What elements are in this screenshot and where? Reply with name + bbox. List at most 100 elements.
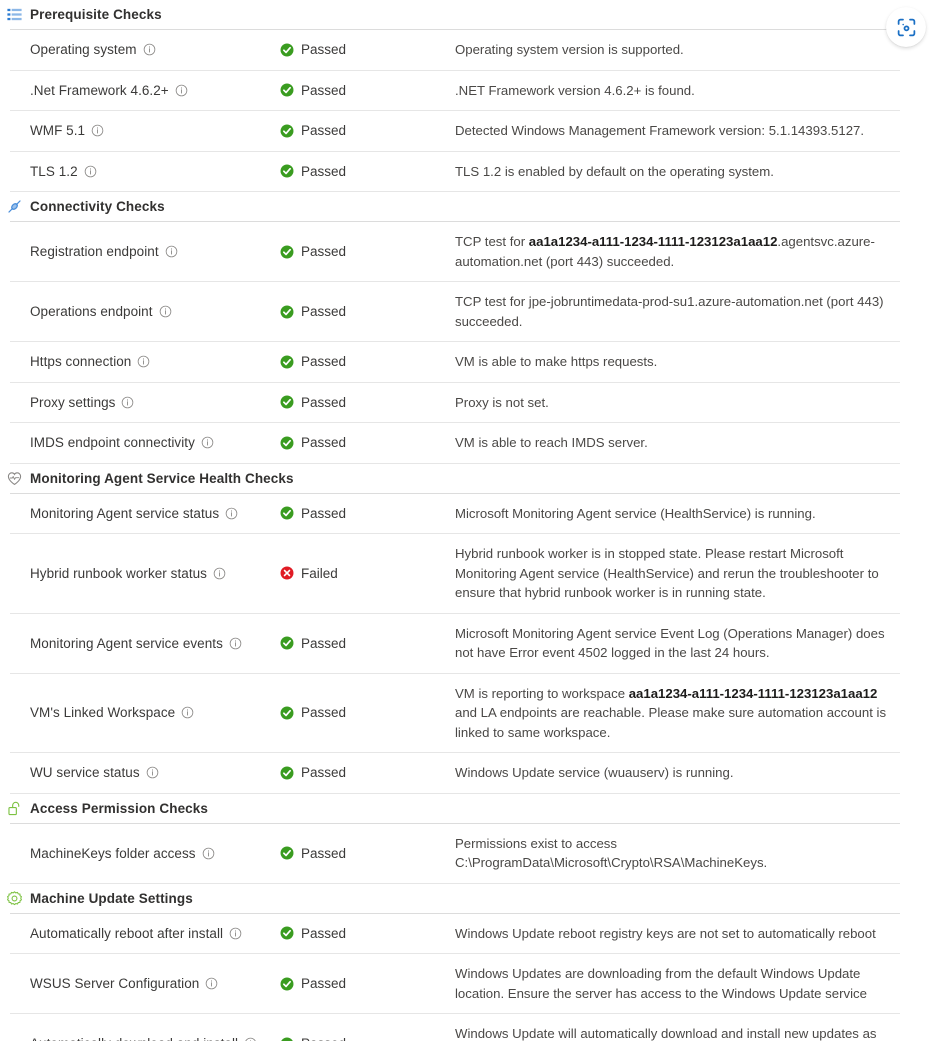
check-description: Detected Windows Management Framework ve…: [455, 123, 865, 138]
passed-status-icon: [280, 926, 294, 940]
passed-status-icon: [280, 1037, 294, 1041]
check-description: VM is reporting to workspace aa1a1234-a1…: [455, 685, 887, 740]
status-badge: Passed: [301, 925, 347, 941]
list-icon: [6, 6, 23, 23]
passed-status-icon: [280, 124, 294, 138]
status-badge: Passed: [301, 435, 347, 451]
check-description-cell: Microsoft Monitoring Agent service Event…: [455, 614, 900, 673]
check-name-cell: TLS 1.2: [10, 152, 280, 192]
info-icon[interactable]: [225, 507, 238, 520]
passed-status-icon: [280, 43, 294, 57]
check-row: Automatically download and install Passed…: [10, 1013, 900, 1041]
check-row: WU service status Passed Windows Update se…: [10, 752, 900, 794]
passed-status-icon: [280, 977, 294, 991]
check-name-cell: Operating system: [10, 30, 280, 70]
check-name: Monitoring Agent service status: [30, 505, 220, 521]
check-name: MachineKeys folder access: [30, 845, 196, 861]
check-description-cell: TCP test for aa1a1234-a111-1234-1111-123…: [455, 222, 900, 281]
check-name: Automatically reboot after install: [30, 925, 224, 941]
check-status-cell: Passed: [280, 614, 455, 673]
check-description: VM is able to make https requests.: [455, 354, 658, 369]
check-description-cell: VM is able to reach IMDS server.: [455, 423, 900, 463]
check-name-cell: WSUS Server Configuration: [10, 954, 280, 1013]
check-row: VM's Linked Workspace Passed VM is reporti…: [10, 672, 900, 753]
info-icon[interactable]: [181, 706, 194, 719]
info-icon[interactable]: [137, 355, 150, 368]
info-icon[interactable]: [229, 927, 242, 940]
check-description-cell: .NET Framework version 4.6.2+ is found.: [455, 71, 900, 111]
check-row: Registration endpoint Passed TCP test for …: [10, 221, 900, 281]
info-icon[interactable]: [213, 567, 226, 580]
check-name: WSUS Server Configuration: [30, 976, 200, 991]
check-description-cell: Operating system version is supported.: [455, 30, 900, 70]
check-name-cell: IMDS endpoint connectivity: [10, 423, 280, 463]
section-rows: Operating system Passed Operating system v…: [0, 29, 942, 192]
check-name: .Net Framework 4.6.2+: [30, 82, 169, 98]
check-name-cell: WU service status: [10, 753, 280, 793]
info-icon[interactable]: [202, 847, 215, 860]
info-icon[interactable]: [165, 245, 178, 258]
check-name: WMF 5.1: [30, 123, 86, 139]
check-description: TCP test for aa1a1234-a111-1234-1111-123…: [455, 234, 875, 269]
section-header: Monitoring Agent Service Health Checks: [0, 464, 942, 493]
check-row: Monitoring Agent service status Passed Mic…: [10, 492, 900, 534]
check-description-cell: VM is reporting to workspace aa1a1234-a1…: [455, 674, 900, 753]
info-icon[interactable]: [146, 766, 159, 779]
check-name-cell: Monitoring Agent service status: [10, 494, 280, 534]
check-row: Https connection Passed VM is able to make…: [10, 341, 900, 382]
check-name-cell: Registration endpoint: [10, 222, 280, 281]
section-header: Prerequisite Checks: [0, 0, 942, 29]
info-icon[interactable]: [143, 43, 156, 56]
checks-list: Prerequisite Checks Operating system Passe…: [0, 0, 942, 1041]
check-description: Microsoft Monitoring Agent service (Heal…: [455, 505, 816, 521]
check-description-cell: VM is able to make https requests.: [455, 342, 900, 382]
check-name-cell: Hybrid runbook worker status: [10, 534, 280, 613]
info-icon[interactable]: [175, 84, 188, 97]
check-description: Hybrid runbook worker is in stopped stat…: [455, 546, 879, 600]
section-rows: MachineKeys folder access Passed Permissio…: [0, 822, 942, 884]
status-badge: Passed: [301, 163, 347, 179]
check-status-cell: Passed: [280, 423, 455, 463]
passed-status-icon: [280, 245, 294, 259]
check-name: WU service status: [30, 765, 140, 781]
info-icon[interactable]: [91, 124, 104, 137]
check-name: Automatically download and install: [30, 1036, 238, 1041]
check-status-cell: Passed: [280, 674, 455, 753]
troubleshooter-results-panel: Prerequisite Checks Operating system Passe…: [0, 0, 942, 1041]
info-icon[interactable]: [159, 305, 172, 318]
status-badge: Passed: [301, 1036, 346, 1041]
info-icon[interactable]: [84, 165, 97, 178]
section-header: Machine Update Settings: [0, 884, 942, 913]
status-badge: Passed: [301, 976, 347, 991]
status-badge: Passed: [301, 42, 347, 58]
check-description: Windows Update will automatically downlo…: [455, 1026, 877, 1041]
info-icon[interactable]: [121, 396, 134, 409]
info-icon[interactable]: [229, 637, 242, 650]
check-description: Microsoft Monitoring Agent service Event…: [455, 625, 885, 661]
check-description: Windows Update reboot registry keys are …: [455, 925, 876, 941]
check-status-cell: Passed: [280, 71, 455, 111]
capture-screenshot-button[interactable]: [886, 7, 926, 47]
check-description: .NET Framework version 4.6.2+ is found.: [455, 82, 695, 98]
info-icon[interactable]: [205, 977, 218, 990]
check-row: Monitoring Agent service events Passed Mic…: [10, 612, 900, 673]
section-title: Prerequisite Checks: [30, 7, 162, 22]
passed-status-icon: [280, 436, 294, 450]
check-description-cell: Windows Update reboot registry keys are …: [455, 914, 900, 954]
passed-status-icon: [280, 636, 294, 650]
check-row: WSUS Server Configuration Passed Windows U…: [10, 953, 900, 1013]
status-badge: Passed: [301, 705, 347, 721]
info-icon[interactable]: [201, 436, 214, 449]
check-name-cell: VM's Linked Workspace: [10, 674, 280, 753]
check-row: TLS 1.2 Passed TLS 1.2 is enabled by defau…: [10, 150, 900, 192]
check-description-cell: Windows Updates are downloading from the…: [455, 954, 900, 1013]
passed-status-icon: [280, 395, 294, 409]
status-badge: Passed: [301, 394, 347, 410]
section-header: Access Permission Checks: [0, 794, 942, 823]
passed-status-icon: [280, 305, 294, 319]
check-name-cell: Https connection: [10, 342, 280, 382]
status-badge: Passed: [301, 354, 347, 370]
info-icon[interactable]: [244, 1037, 257, 1041]
check-description: Windows Updates are downloading from the…: [455, 966, 867, 1001]
check-status-cell: Passed: [280, 753, 455, 793]
